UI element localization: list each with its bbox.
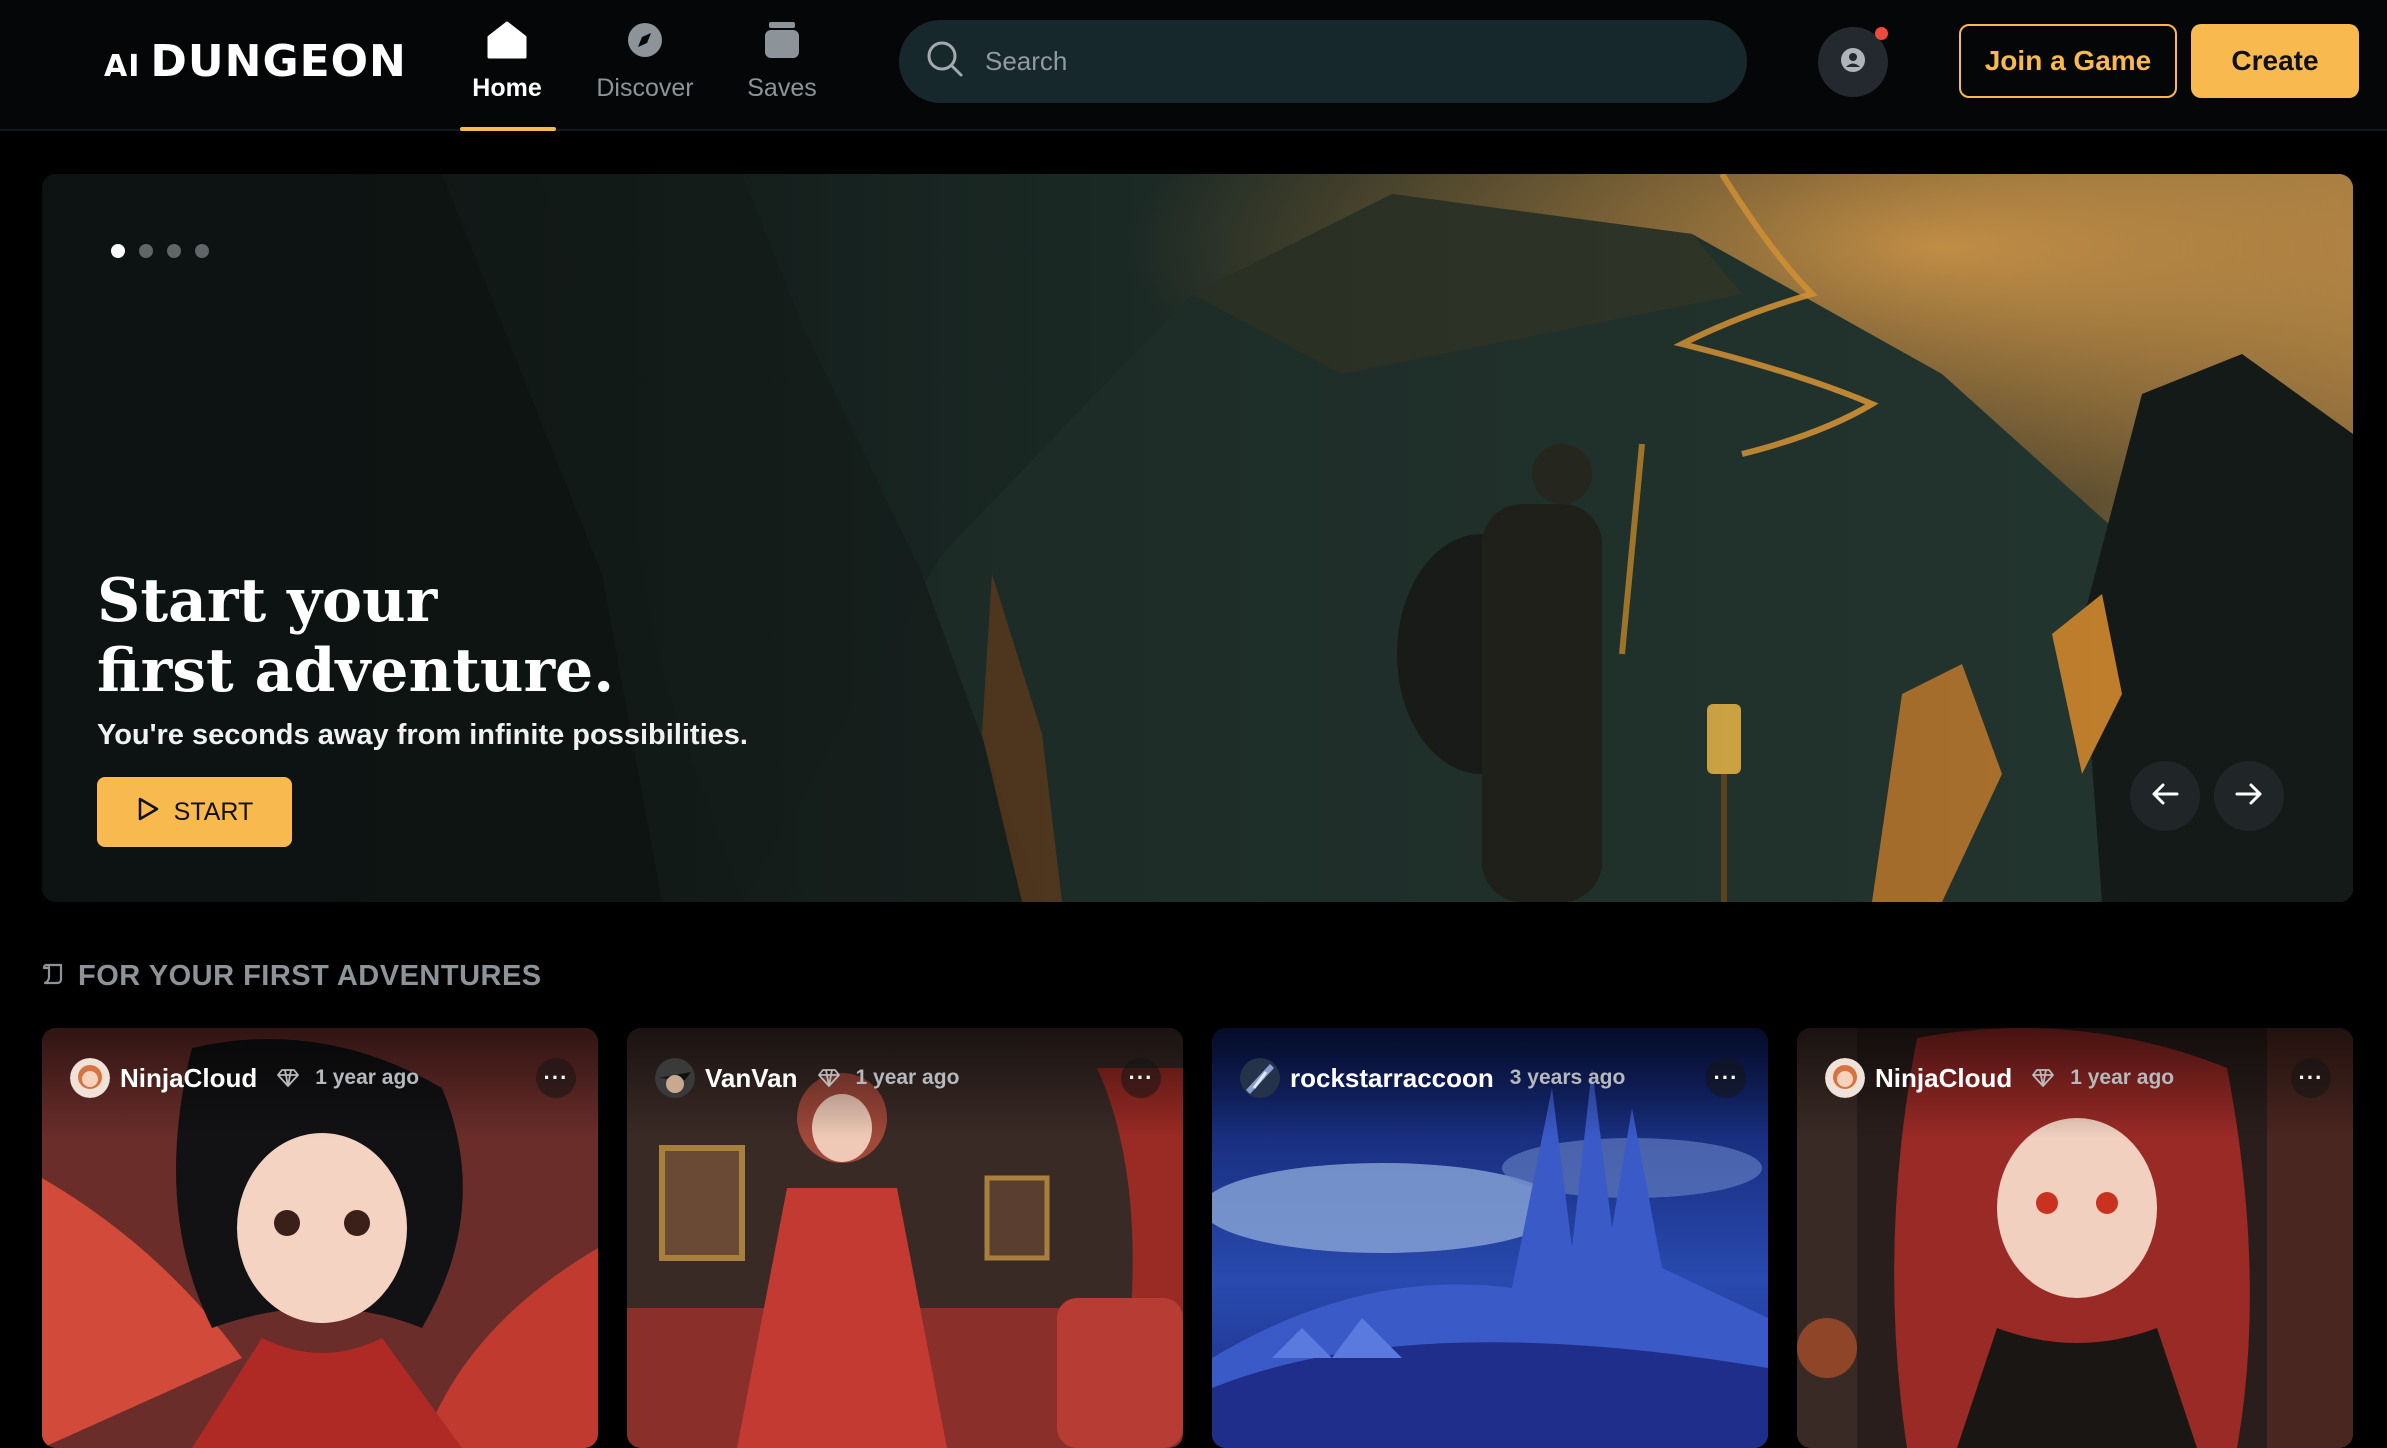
- create-button[interactable]: Create: [2191, 24, 2359, 98]
- carousel-dot-2[interactable]: [139, 244, 153, 258]
- author-name[interactable]: VanVan: [705, 1063, 798, 1094]
- top-bar: AI DUNGEON Home Discover Saves Join a Ga…: [0, 0, 2387, 131]
- nav-discover[interactable]: Discover: [580, 18, 710, 128]
- scroll-icon: [42, 962, 64, 991]
- section-title: FOR YOUR FIRST ADVENTURES: [78, 960, 542, 992]
- author-avatar[interactable]: [70, 1058, 110, 1098]
- join-game-button[interactable]: Join a Game: [1959, 24, 2177, 98]
- start-button-label: START: [173, 797, 254, 826]
- hero-subtitle: You're seconds away from infinite possib…: [97, 719, 748, 751]
- author-name[interactable]: rockstarraccoon: [1290, 1063, 1494, 1094]
- author-avatar[interactable]: [1240, 1058, 1280, 1098]
- logo-main-text: DUNGEON: [150, 36, 407, 87]
- card-author-row: NinjaCloud 1 year ago: [70, 1058, 419, 1098]
- author-avatar[interactable]: [1825, 1058, 1865, 1098]
- post-timestamp: 3 years ago: [1509, 1066, 1626, 1089]
- adventure-card[interactable]: VanVan 1 year ago ···: [627, 1028, 1183, 1448]
- logo-ai-text: AI: [104, 49, 141, 84]
- carousel-dot-1[interactable]: [111, 244, 125, 258]
- author-avatar[interactable]: [655, 1058, 695, 1098]
- author-name[interactable]: NinjaCloud: [1875, 1063, 2012, 1094]
- post-timestamp: 1 year ago: [2070, 1066, 2175, 1089]
- user-icon: [1840, 47, 1866, 78]
- carousel-pagination: [111, 244, 209, 258]
- ellipsis-icon: ···: [1713, 1065, 1739, 1090]
- home-icon: [487, 18, 527, 62]
- notification-dot: [1875, 27, 1888, 40]
- more-options-button[interactable]: ···: [2291, 1058, 2331, 1098]
- more-options-button[interactable]: ···: [1121, 1058, 1161, 1098]
- ellipsis-icon: ···: [2298, 1065, 2324, 1090]
- post-timestamp: 1 year ago: [315, 1066, 420, 1089]
- hero-title-line-1: Start your: [97, 566, 438, 636]
- active-tab-indicator: [460, 127, 556, 131]
- card-author-row: VanVan 1 year ago: [655, 1058, 959, 1098]
- nav-discover-label: Discover: [596, 74, 694, 102]
- search-input[interactable]: [985, 46, 1705, 77]
- card-author-row: rockstarraccoon 3 years ago: [1240, 1058, 1625, 1098]
- diamond-badge-icon: [277, 1068, 300, 1088]
- search-bar[interactable]: [899, 20, 1747, 103]
- hero-title: Start your first adventure.: [97, 566, 797, 706]
- more-options-button[interactable]: ···: [1706, 1058, 1746, 1098]
- nav-home-label: Home: [472, 74, 542, 102]
- ellipsis-icon: ···: [1128, 1065, 1154, 1090]
- carousel-dot-4[interactable]: [195, 244, 209, 258]
- play-icon: [136, 796, 160, 829]
- hero-carousel: Start your first adventure. You're secon…: [42, 174, 2353, 902]
- nav-home[interactable]: Home: [442, 18, 572, 128]
- card-author-row: NinjaCloud 1 year ago: [1825, 1058, 2174, 1098]
- nav-saves[interactable]: Saves: [717, 18, 847, 128]
- section-header: FOR YOUR FIRST ADVENTURES: [42, 960, 542, 993]
- diamond-badge-icon: [817, 1068, 840, 1088]
- arrow-left-icon: [2151, 782, 2179, 811]
- hero-background-image: [42, 174, 2353, 902]
- adventure-card[interactable]: rockstarraccoon 3 years ago ···: [1212, 1028, 1768, 1448]
- search-icon: [925, 39, 965, 84]
- adventure-card[interactable]: NinjaCloud 1 year ago ···: [1797, 1028, 2353, 1448]
- author-name[interactable]: NinjaCloud: [120, 1063, 257, 1094]
- post-timestamp: 1 year ago: [855, 1066, 960, 1089]
- carousel-prev-button[interactable]: [2130, 761, 2200, 831]
- nav-saves-label: Saves: [747, 74, 817, 102]
- diamond-badge-icon: [2032, 1068, 2055, 1088]
- adventure-card[interactable]: NinjaCloud 1 year ago ···: [42, 1028, 598, 1448]
- more-options-button[interactable]: ···: [536, 1058, 576, 1098]
- carousel-dot-3[interactable]: [167, 244, 181, 258]
- ellipsis-icon: ···: [543, 1065, 569, 1090]
- arrow-right-icon: [2235, 782, 2263, 811]
- carousel-next-button[interactable]: [2214, 761, 2284, 831]
- jar-icon: [763, 18, 801, 62]
- hero-title-line-2: first adventure.: [97, 636, 615, 706]
- start-button[interactable]: START: [97, 777, 292, 847]
- compass-icon: [626, 18, 664, 62]
- ai-dungeon-logo[interactable]: AI DUNGEON: [104, 36, 407, 87]
